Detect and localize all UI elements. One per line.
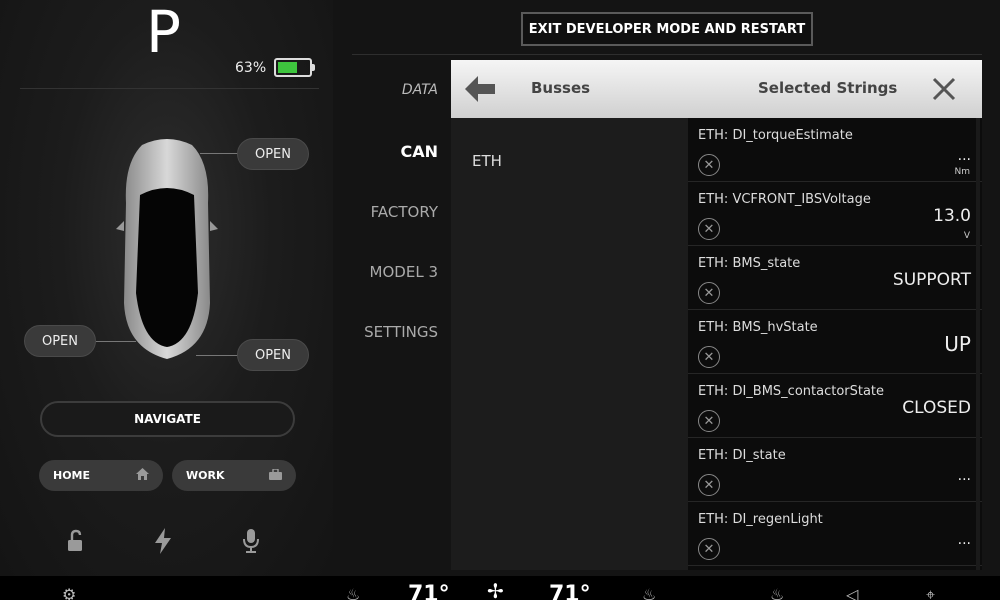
vehicle-status-panel: P 63% OPEN OPEN OPEN NAVIGATE HOME WORK xyxy=(0,0,333,576)
signal-name: ETH: BMS_hvState xyxy=(698,320,818,335)
signal-unit: Nm xyxy=(954,167,971,177)
nav-item-settings[interactable]: SETTINGS xyxy=(340,323,438,341)
briefcase-icon xyxy=(269,467,282,483)
signal-name: ETH: VCFRONT_IBSVoltage xyxy=(698,192,871,207)
signal-row: ETH: DI_state ✕ ... xyxy=(688,438,982,502)
charge-port-open-button[interactable]: OPEN xyxy=(24,325,96,357)
signal-value: UP xyxy=(944,332,971,356)
work-label: WORK xyxy=(186,469,225,482)
nav-item-factory[interactable]: FACTORY xyxy=(340,203,438,221)
signal-row: ETH: BMS_state ✕ SUPPORT xyxy=(688,246,982,310)
unlock-icon[interactable] xyxy=(60,526,90,556)
busses-title: Busses xyxy=(531,79,591,97)
gear-indicator: P xyxy=(146,0,181,66)
volume-icon[interactable]: ◁ xyxy=(846,584,858,600)
microphone-icon[interactable] xyxy=(236,526,266,556)
selected-strings-title: Selected Strings xyxy=(758,79,898,97)
divider xyxy=(352,54,982,55)
seat-heater-right-icon[interactable]: ♨ xyxy=(642,584,656,600)
signal-name: ETH: DI_state xyxy=(698,448,786,463)
map-icon[interactable]: ⌖ xyxy=(926,584,935,600)
trunk-open-button[interactable]: OPEN xyxy=(237,339,309,371)
leader-line xyxy=(200,153,238,154)
car-top-view xyxy=(116,139,218,359)
remove-signal-icon[interactable]: ✕ xyxy=(698,346,720,368)
can-signal-panel: Busses Selected Strings ETH ETH: DI_torq… xyxy=(451,60,982,570)
signal-name: ETH: DI_BMS_contactorState xyxy=(698,384,885,399)
back-arrow-icon[interactable] xyxy=(465,76,495,102)
battery-icon xyxy=(274,58,315,77)
nav-item-data[interactable]: DATA xyxy=(340,82,438,98)
signal-row: ETH: DI_BMS_contactorState ✕ CLOSED xyxy=(688,374,982,438)
panel-header: Busses Selected Strings xyxy=(451,60,982,118)
home-button[interactable]: HOME xyxy=(39,460,163,491)
signal-value: SUPPORT xyxy=(892,270,971,290)
signal-value: CLOSED xyxy=(902,398,971,418)
remove-signal-icon[interactable]: ✕ xyxy=(698,410,720,432)
home-label: HOME xyxy=(53,469,91,482)
work-button[interactable]: WORK xyxy=(172,460,296,491)
nav-item-model-3[interactable]: MODEL 3 xyxy=(340,263,438,281)
scrollbar[interactable] xyxy=(976,118,980,570)
signal-name: ETH: BMS_state xyxy=(698,256,801,271)
remove-signal-icon[interactable]: ✕ xyxy=(698,154,720,176)
signal-value: 13.0 xyxy=(933,206,971,226)
navigate-button[interactable]: NAVIGATE xyxy=(40,401,295,437)
close-icon[interactable] xyxy=(931,76,957,102)
bus-item-eth[interactable]: ETH xyxy=(472,152,502,170)
selected-strings-list: ETH: DI_torqueEstimate ✕ ... Nm ETH: VCF… xyxy=(688,118,982,570)
signal-name: ETH: DI_torqueEstimate xyxy=(698,128,853,143)
remove-signal-icon[interactable]: ✕ xyxy=(698,282,720,304)
leader-line xyxy=(96,341,136,342)
signal-value: ... xyxy=(957,148,971,164)
leader-line xyxy=(196,355,238,356)
settings-icon[interactable]: ⚙ xyxy=(62,584,76,600)
signal-value: ... xyxy=(957,532,971,548)
signal-unit: V xyxy=(963,231,970,241)
signal-row: ETH: VCFRONT_IBSVoltage ✕ 13.0 V xyxy=(688,182,982,246)
signal-row: ETH: DI_regenLight ✕ ... xyxy=(688,502,982,566)
battery-level-fill xyxy=(278,62,297,73)
temperature-right[interactable]: 71° xyxy=(549,584,591,600)
defrost-icon[interactable]: ♨ xyxy=(770,584,784,600)
home-icon xyxy=(136,468,149,483)
bus-list: ETH xyxy=(451,118,688,570)
signal-row: ETH: BMS_hvState ✕ UP xyxy=(688,310,982,374)
seat-heater-left-icon[interactable]: ♨ xyxy=(346,584,360,600)
remove-signal-icon[interactable]: ✕ xyxy=(698,474,720,496)
charge-icon[interactable] xyxy=(148,526,178,556)
frunk-open-button[interactable]: OPEN xyxy=(237,138,309,170)
divider xyxy=(20,88,319,89)
nav-item-can[interactable]: CAN xyxy=(340,142,438,161)
remove-signal-icon[interactable]: ✕ xyxy=(698,218,720,240)
temperature-left[interactable]: 71° xyxy=(408,584,450,600)
signal-name: ETH: DI_regenLight xyxy=(698,512,823,527)
climate-bar: ⚙ ♨ 71° ✢ 71° ♨ ♨ ◁ ⌖ xyxy=(0,576,1000,600)
fan-icon[interactable]: ✢ xyxy=(487,580,504,600)
exit-developer-mode-button[interactable]: EXIT DEVELOPER MODE AND RESTART xyxy=(521,12,813,46)
signal-row: ETH: DI_torqueEstimate ✕ ... Nm xyxy=(688,118,982,182)
remove-signal-icon[interactable]: ✕ xyxy=(698,538,720,560)
signal-value: ... xyxy=(957,468,971,484)
battery-percent: 63% xyxy=(235,60,267,76)
